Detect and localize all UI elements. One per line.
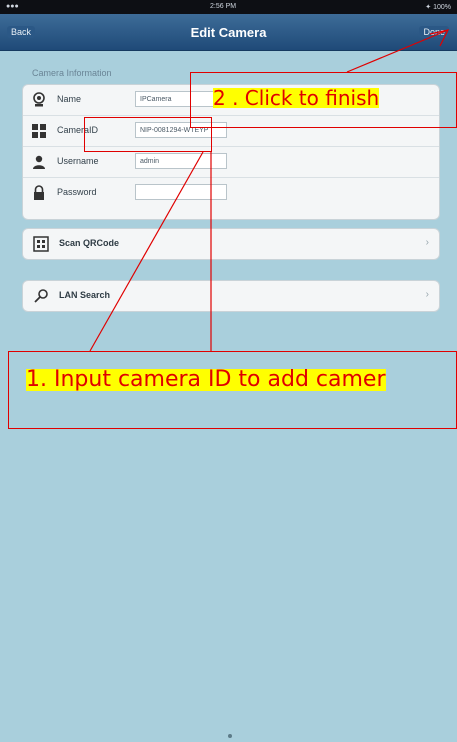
field-row-password: Password xyxy=(23,178,439,208)
search-icon xyxy=(34,289,48,303)
status-clock: 2:56 PM xyxy=(210,3,237,10)
password-input[interactable] xyxy=(135,184,227,200)
camera-id-highlight-box xyxy=(84,117,212,152)
chevron-right-icon: › xyxy=(425,289,429,300)
password-label: Password xyxy=(57,187,97,197)
username-label: Username xyxy=(57,156,99,166)
username-input[interactable]: admin xyxy=(135,153,227,169)
scan-qrcode-row[interactable]: Scan QRCode › xyxy=(22,228,440,260)
qrcode-icon xyxy=(33,236,49,252)
done-button[interactable]: Done xyxy=(419,26,449,38)
section-label: Camera Information xyxy=(32,68,112,78)
webcam-icon xyxy=(33,92,45,107)
name-label: Name xyxy=(57,94,82,104)
finish-annotation-text: 2 . Click to finish xyxy=(213,86,380,110)
lock-icon xyxy=(34,185,44,200)
user-icon xyxy=(33,155,45,169)
lan-search-label: LAN Search xyxy=(59,290,111,300)
signal-indicator: ●●● xyxy=(6,3,19,10)
grid-icon xyxy=(32,124,46,138)
lan-search-row[interactable]: LAN Search › xyxy=(22,280,440,312)
status-bar: ●●● 2:56 PM ✦ 100% xyxy=(0,0,457,14)
page-title: Edit Camera xyxy=(190,25,267,40)
scan-qrcode-label: Scan QRCode xyxy=(59,238,120,248)
nav-bar: Back Edit Camera Done xyxy=(0,14,457,51)
battery-indicator: ✦ 100% xyxy=(425,4,451,11)
camera-id-annotation-text: 1. Input camera ID to add camer xyxy=(26,367,386,392)
chevron-right-icon: › xyxy=(425,237,429,248)
page-indicator xyxy=(228,734,232,738)
